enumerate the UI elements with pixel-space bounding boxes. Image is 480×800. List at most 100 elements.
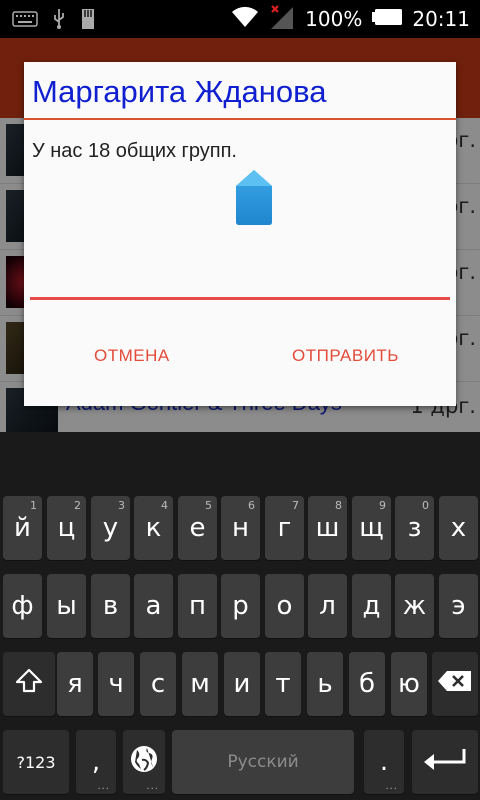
- key-label: и: [233, 669, 251, 699]
- more-dots: ...: [97, 781, 110, 792]
- key[interactable]: л: [308, 574, 347, 638]
- key-label: ш: [315, 513, 340, 543]
- key-hint: 2: [74, 499, 81, 512]
- text-cursor-handle-icon[interactable]: [234, 168, 274, 226]
- key[interactable]: а: [134, 574, 173, 638]
- key-label: ы: [56, 591, 77, 621]
- key-label: Русский: [227, 752, 299, 772]
- key-label: ,: [91, 747, 101, 777]
- key-label: х: [450, 513, 467, 543]
- symbols-key[interactable]: ?123: [3, 730, 69, 794]
- key-label: р: [232, 591, 249, 621]
- comma-key[interactable]: ,...: [76, 730, 116, 794]
- key-hint: 8: [335, 499, 342, 512]
- key-label: ю: [398, 669, 420, 699]
- key[interactable]: 0з: [395, 496, 434, 560]
- key-label: .: [379, 747, 389, 777]
- key-label: ж: [402, 591, 427, 621]
- dialog-divider: [24, 118, 456, 120]
- key[interactable]: 6н: [221, 496, 260, 560]
- usb-icon: [52, 8, 66, 34]
- key-label: з: [407, 513, 422, 543]
- key[interactable]: б: [349, 652, 385, 716]
- key-label: б: [358, 669, 376, 699]
- key[interactable]: х: [439, 496, 478, 560]
- key[interactable]: ж: [395, 574, 434, 638]
- space-key[interactable]: Русский: [172, 730, 354, 794]
- key[interactable]: о: [265, 574, 304, 638]
- shift-key[interactable]: [3, 652, 55, 716]
- clock: 20:11: [412, 7, 470, 31]
- key[interactable]: 7г: [265, 496, 304, 560]
- dialog-message: У нас 18 общих групп.: [32, 140, 237, 162]
- signal-no-data-icon: [269, 4, 295, 34]
- key[interactable]: р: [221, 574, 260, 638]
- key[interactable]: и: [224, 652, 260, 716]
- key[interactable]: 3у: [91, 496, 130, 560]
- key-hint: 4: [161, 499, 168, 512]
- key[interactable]: 4к: [134, 496, 173, 560]
- key-label: э: [451, 591, 466, 621]
- backspace-icon: [437, 669, 473, 700]
- key[interactable]: 5е: [178, 496, 217, 560]
- key-label: о: [276, 591, 293, 621]
- send-button[interactable]: ОТПРАВИТЬ: [292, 346, 399, 366]
- key[interactable]: 2ц: [47, 496, 86, 560]
- key-label: с: [150, 669, 166, 699]
- period-key[interactable]: ....: [364, 730, 404, 794]
- key[interactable]: ю: [391, 652, 427, 716]
- keyboard-icon: [12, 11, 38, 31]
- key-label: т: [275, 669, 291, 699]
- key-label: у: [102, 513, 119, 543]
- key[interactable]: п: [178, 574, 217, 638]
- key[interactable]: д: [352, 574, 391, 638]
- key[interactable]: м: [182, 652, 218, 716]
- key[interactable]: т: [265, 652, 301, 716]
- key-label: ч: [108, 669, 124, 699]
- key-label: й: [14, 513, 31, 543]
- key-label: м: [190, 669, 210, 699]
- key-label: ь: [317, 669, 333, 699]
- key[interactable]: ь: [307, 652, 343, 716]
- key[interactable]: ч: [98, 652, 134, 716]
- more-dots: ...: [385, 781, 398, 792]
- battery-icon: [372, 9, 403, 29]
- key[interactable]: я: [57, 652, 93, 716]
- battery-percent: 100%: [305, 7, 363, 31]
- key-hint: 0: [422, 499, 429, 512]
- key-label: а: [145, 591, 162, 621]
- soft-keyboard: 1й 2ц 3у 4к 5е 6н 7г 8ш 9щ 0з х ф ы в а …: [0, 432, 480, 800]
- key-label: л: [319, 591, 336, 621]
- key-label: ф: [11, 591, 34, 621]
- key-label: н: [232, 513, 249, 543]
- key[interactable]: с: [140, 652, 176, 716]
- dialog-title: Маргарита Жданова: [32, 74, 327, 109]
- key[interactable]: ф: [3, 574, 42, 638]
- key[interactable]: ы: [47, 574, 86, 638]
- key-label: п: [189, 591, 206, 621]
- more-dots: ...: [146, 781, 159, 792]
- key-hint: 5: [205, 499, 212, 512]
- enter-key[interactable]: [412, 730, 478, 794]
- message-input[interactable]: [30, 297, 450, 300]
- key[interactable]: в: [91, 574, 130, 638]
- key[interactable]: 1й: [3, 496, 42, 560]
- key-label: к: [145, 513, 162, 543]
- enter-icon: [422, 746, 468, 779]
- cancel-button[interactable]: ОТМЕНА: [94, 346, 170, 366]
- key-hint: 7: [292, 499, 299, 512]
- sd-card-icon: [80, 8, 96, 34]
- backspace-key[interactable]: [432, 652, 478, 716]
- key-label: щ: [359, 513, 384, 543]
- key-label: г: [277, 513, 292, 543]
- key[interactable]: э: [439, 574, 478, 638]
- shift-icon: [14, 667, 44, 702]
- key[interactable]: 8ш: [308, 496, 347, 560]
- key-label: я: [67, 669, 83, 699]
- key[interactable]: 9щ: [352, 496, 391, 560]
- key-label: в: [102, 591, 119, 621]
- key-hint: 9: [379, 499, 386, 512]
- key-hint: 6: [248, 499, 255, 512]
- wifi-icon: [231, 6, 259, 32]
- language-key[interactable]: ...: [123, 730, 165, 794]
